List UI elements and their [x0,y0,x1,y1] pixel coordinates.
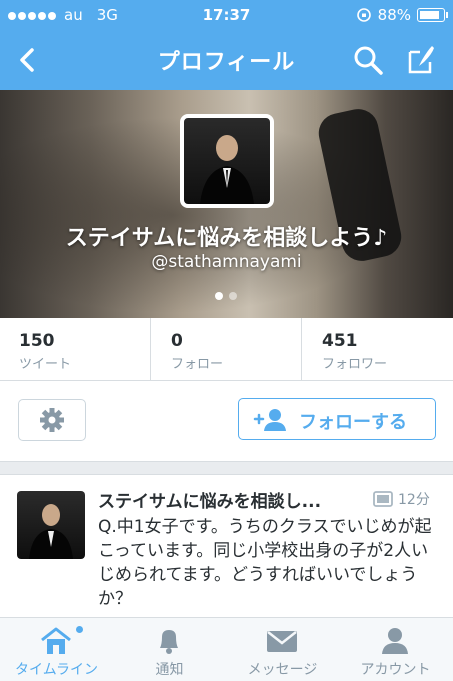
profile-banner: ステイサムに悩みを相談しよう♪ @stathamnayami [0,90,453,318]
status-bar: au 3G 17:37 88% [0,0,453,30]
tab-account[interactable]: アカウント [339,618,452,681]
nav-bar: プロフィール [0,30,453,90]
profile-actions: フォローする [0,381,453,462]
tweet-avatar[interactable] [17,491,85,559]
media-icon [373,491,393,507]
page-dot-active [215,292,223,300]
tab-timeline[interactable]: タイムライン [0,618,113,681]
gear-icon [40,408,64,432]
tab-label: 通知 [155,662,184,678]
home-icon [41,627,71,654]
stat-label: ツイート [19,357,72,372]
profile-stats: 150 ツイート 0 フォロー 451 フォロワー [0,318,453,381]
avatar-figure-icon [200,135,254,204]
envelope-icon [267,631,297,652]
add-user-icon [253,409,286,431]
new-indicator-dot [76,626,83,633]
tab-label: メッセージ [247,662,318,678]
profile-handle: @stathamnayami [151,252,302,272]
search-icon[interactable] [350,42,386,78]
tweet-text: Q.中1女子です。うちのクラスでいじめが起こっています。同じ小学校出身の子が2人… [98,517,432,609]
tab-label: タイムライン [14,662,99,678]
person-icon [382,628,408,654]
compose-icon[interactable] [402,42,438,78]
follow-label: フォローする [299,412,407,433]
stat-label: フォロワー [322,357,388,372]
profile-name: ステイサムに悩みを相談しよう♪ [65,226,388,251]
battery-icon [417,8,448,22]
tweet-time: 12分 [398,492,430,508]
avatar-figure-icon [29,504,73,559]
tab-bar: タイムライン 通知 メッセージ アカウント [0,617,453,681]
stat-label: フォロー [171,357,224,372]
battery-percent: 88% [377,6,411,24]
tweet-item[interactable]: ステイサムに悩みを相談し... 12分 Q.中1女子です。うちのクラスでいじめが… [0,474,453,621]
stat-followers[interactable]: 451 フォロワー [301,318,453,380]
tab-messages[interactable]: メッセージ [226,618,339,681]
tweet-author-name: ステイサムに悩みを相談し... [98,492,322,512]
stat-value: 0 [171,331,183,351]
bell-icon [160,630,178,654]
tab-notifications[interactable]: 通知 [113,618,226,681]
tab-label: アカウント [360,662,431,678]
page-indicator[interactable] [215,292,237,300]
stat-value: 150 [19,331,55,351]
stat-tweets[interactable]: 150 ツイート [0,318,150,380]
page-dot [229,292,237,300]
follow-button[interactable]: フォローする [238,398,436,440]
orientation-lock-icon [356,8,371,22]
stat-following[interactable]: 0 フォロー [150,318,302,380]
stat-value: 451 [322,331,358,351]
profile-avatar[interactable] [180,114,274,208]
status-right: 88% [356,6,448,24]
settings-button[interactable] [18,399,86,441]
